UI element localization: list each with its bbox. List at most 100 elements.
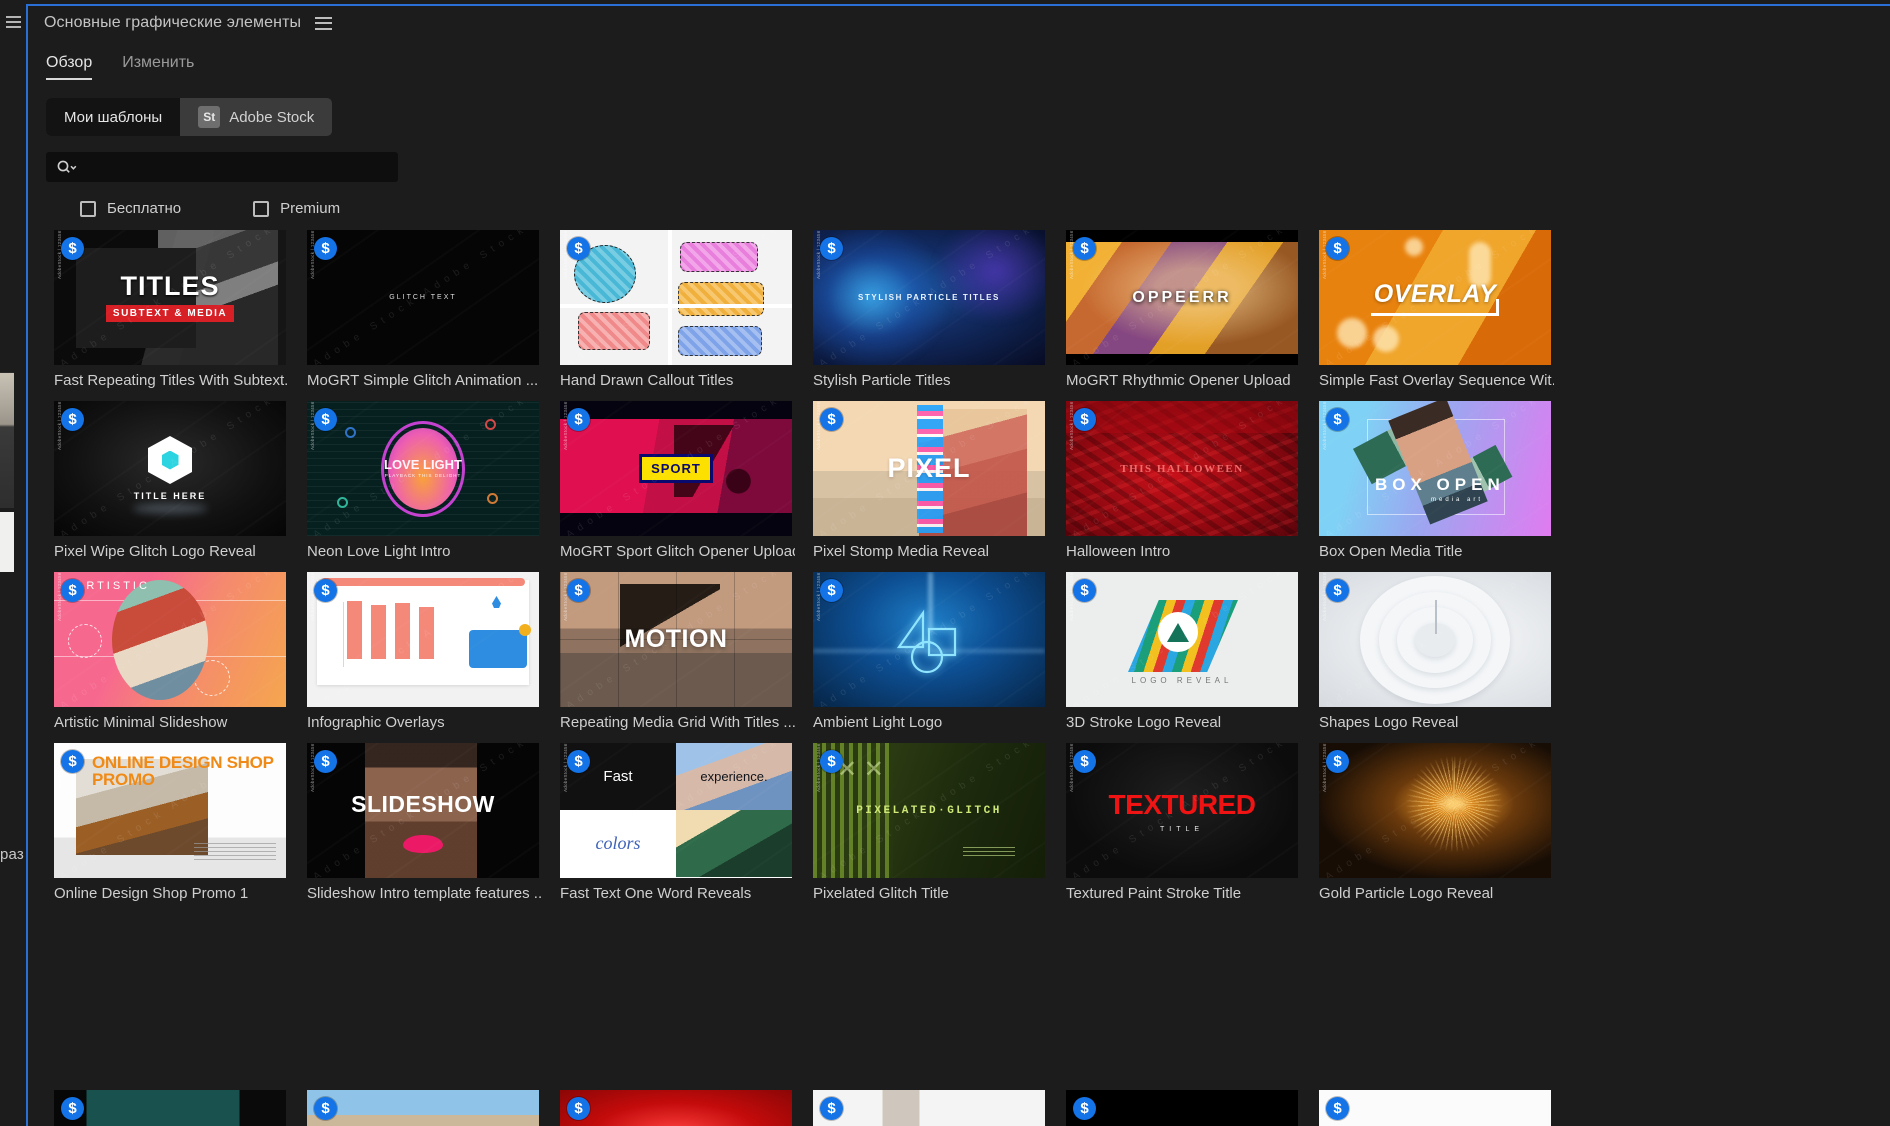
premium-badge: $ [314, 750, 337, 773]
thumb-art: TITLE HERE [54, 401, 286, 536]
template-card[interactable]: AdobeStock | 1234567 $ Ambient Light Log… [805, 572, 1058, 743]
template-card[interactable]: AdobeStock | 1234567 $ Gold Particle Log… [1311, 743, 1564, 914]
template-card[interactable]: AdobeStock | 1234567 $ Infographic Overl… [299, 572, 552, 743]
template-thumbnail[interactable]: $ [1066, 1090, 1298, 1126]
template-card[interactable]: AdobeStock | 1234567 $ Shapes Logo Revea… [1311, 572, 1564, 743]
filter-premium[interactable]: Premium [253, 200, 340, 217]
template-card[interactable]: STYLISH PARTICLE TITLES AdobeStock | 123… [805, 230, 1058, 401]
template-card[interactable]: GLITCH TEXT AdobeStock | 1234567 $ MoGRT… [299, 230, 552, 401]
tab-edit[interactable]: Изменить [122, 54, 194, 80]
template-caption: Artistic Minimal Slideshow [54, 714, 228, 731]
template-card[interactable]: MOTION AdobeStock | 1234567 $ Repeating … [552, 572, 805, 743]
template-card[interactable]: Fast experience. colors AdobeStock | 123… [552, 743, 805, 914]
template-card[interactable]: LOVE LIGHT PLAYBACK THIS DELIGHT Adobe St… [299, 401, 552, 572]
template-thumbnail[interactable]: AdobeStock | 1234567 $ [560, 230, 792, 365]
template-thumbnail[interactable]: MOTION AdobeStock | 1234567 $ [560, 572, 792, 707]
template-thumbnail[interactable]: TEXTURED TITLE AdobeStock | 1234567 $ [1066, 743, 1298, 878]
premium-badge: $ [1326, 408, 1349, 431]
template-card[interactable]: OVERLAY AdobeStock | 1234567 $ Simple Fa… [1311, 230, 1564, 401]
template-results-grid[interactable]: TITLES SUBTEXT & MEDIA AdobeStock | 1234… [46, 230, 1890, 1126]
source-adobe-stock-label: Adobe Stock [229, 108, 315, 126]
template-card[interactable]: ARTISTIC AdobeStock | 1234567 $ Artistic… [46, 572, 299, 743]
stock-side-credit: AdobeStock | 1234567 [563, 230, 568, 279]
thumb-art: ONLINE DESIGN SHOP PROMO [54, 743, 286, 878]
filter-free[interactable]: Бесплатно [80, 200, 181, 217]
template-thumbnail[interactable]: BOX OPEN media art AdobeStock | 1234567 … [1319, 401, 1551, 536]
template-thumbnail[interactable]: AdobeStock | 1234567 $ [1319, 572, 1551, 707]
thumb-art-title: TITLE HERE [133, 491, 207, 501]
template-thumbnail[interactable]: $ [307, 1090, 539, 1126]
template-card[interactable]: SLIDESHOW AdobeStock | 1234567 $ Slidesh… [299, 743, 552, 914]
template-card[interactable]: TITLE HERE AdobeStock | 1234567 $ Pixel … [46, 401, 299, 572]
template-caption: Fast Text One Word Reveals [560, 885, 752, 902]
thumb-art: THIS HALLOWEEN [1066, 401, 1298, 536]
template-card[interactable]: ONLINE DESIGN SHOP PROMO AdobeStock | 12… [46, 743, 299, 914]
template-card[interactable]: SPORT AdobeStock | 1234567 $ MoGRT Sport… [552, 401, 805, 572]
template-thumbnail[interactable]: LOVE LIGHT PLAYBACK THIS DELIGHT Adobe St… [307, 401, 539, 536]
adjacent-panel-thumb-sliver [0, 372, 14, 508]
source-my-templates-button[interactable]: Мои шаблоны [46, 98, 181, 136]
premium-badge: $ [820, 237, 843, 260]
search-input[interactable] [78, 159, 388, 175]
template-thumbnail[interactable]: Fast experience. colors AdobeStock | 123… [560, 743, 792, 878]
source-adobe-stock-button[interactable]: St Adobe Stock [180, 98, 332, 136]
template-card[interactable]: ✕ ✕ PIXELATED·GLITCH AdobeStock | 123456… [805, 743, 1058, 914]
template-thumbnail[interactable]: GLITCH TEXT AdobeStock | 1234567 $ [307, 230, 539, 365]
thumb-art: ARTISTIC [54, 572, 286, 707]
template-thumbnail[interactable]: TITLE HERE AdobeStock | 1234567 $ [54, 401, 286, 536]
stock-side-credit: AdobeStock | 1234567 [563, 572, 568, 621]
stock-side-credit: AdobeStock | 1234567 [1069, 230, 1074, 279]
template-thumbnail[interactable]: LOGO REVEAL AdobeStock | 1234567 $ [1066, 572, 1298, 707]
premium-badge: $ [1073, 237, 1096, 260]
thumb-art: BOX OPEN media art [1319, 401, 1551, 536]
template-thumbnail[interactable]: OVERLAY AdobeStock | 1234567 $ [1319, 230, 1551, 365]
template-thumbnail[interactable]: TITLES SUBTEXT & MEDIA AdobeStock | 1234… [54, 230, 286, 365]
panel-menu-hamburger-icon[interactable] [315, 16, 333, 30]
template-card[interactable]: THIS HALLOWEEN AdobeStock | 1234567 $ Ha… [1058, 401, 1311, 572]
template-card[interactable]: $ [46, 1090, 299, 1126]
template-card[interactable]: $ [805, 1090, 1058, 1126]
template-thumbnail[interactable]: SPORT AdobeStock | 1234567 $ [560, 401, 792, 536]
template-thumbnail[interactable]: $ [813, 1090, 1045, 1126]
filter-premium-checkbox[interactable] [253, 200, 270, 217]
template-card[interactable]: $ [552, 1090, 805, 1126]
template-thumbnail[interactable]: SLIDESHOW AdobeStock | 1234567 $ [307, 743, 539, 878]
template-card[interactable]: TITLES SUBTEXT & MEDIA AdobeStock | 1234… [46, 230, 299, 401]
template-card[interactable]: TEXTURED TITLE AdobeStock | 1234567 $ Te… [1058, 743, 1311, 914]
tab-browse[interactable]: Обзор [46, 54, 93, 80]
template-thumbnail[interactable]: OPPEERR AdobeStock | 1234567 $ [1066, 230, 1298, 365]
tab-edit-label: Изменить [122, 54, 195, 71]
stock-side-credit: AdobeStock | 1234567 [1322, 572, 1327, 621]
template-card[interactable]: $ [299, 1090, 552, 1126]
template-card[interactable]: $ [1311, 1090, 1564, 1126]
template-card[interactable]: BOX OPEN media art AdobeStock | 1234567 … [1311, 401, 1564, 572]
template-thumbnail[interactable]: AdobeStock | 1234567 $ [813, 572, 1045, 707]
template-card[interactable]: PIXEL AdobeStock | 1234567 $ Pixel Stomp… [805, 401, 1058, 572]
dock-hamburger-icon[interactable] [6, 16, 21, 28]
template-results-next-row[interactable]: $ $ $ $ $ $ [46, 1090, 1890, 1126]
premium-badge: $ [314, 408, 337, 431]
template-caption: Pixel Wipe Glitch Logo Reveal [54, 543, 256, 560]
template-thumbnail[interactable]: ARTISTIC AdobeStock | 1234567 $ [54, 572, 286, 707]
template-card[interactable]: AdobeStock | 1234567 $ Hand Drawn Callou… [552, 230, 805, 401]
template-thumbnail[interactable]: $ [560, 1090, 792, 1126]
template-thumbnail[interactable]: AdobeStock | 1234567 $ [307, 572, 539, 707]
template-thumbnail[interactable]: STYLISH PARTICLE TITLES AdobeStock | 123… [813, 230, 1045, 365]
template-thumbnail[interactable]: AdobeStock | 1234567 $ [1319, 743, 1551, 878]
template-thumbnail[interactable]: PIXEL AdobeStock | 1234567 $ [813, 401, 1045, 536]
template-card[interactable]: $ [1058, 1090, 1311, 1126]
template-card[interactable]: OPPEERR AdobeStock | 1234567 $ MoGRT Rhy… [1058, 230, 1311, 401]
template-thumbnail[interactable]: ✕ ✕ PIXELATED·GLITCH AdobeStock | 123456… [813, 743, 1045, 878]
template-thumbnail[interactable]: $ [54, 1090, 286, 1126]
template-thumbnail[interactable]: ONLINE DESIGN SHOP PROMO AdobeStock | 12… [54, 743, 286, 878]
stock-side-credit: AdobeStock | 1234567 [310, 230, 315, 279]
stock-side-credit: AdobeStock | 1234567 [816, 572, 821, 621]
thumb-art-title: PIXELATED·GLITCH [856, 804, 1002, 817]
template-thumbnail[interactable]: THIS HALLOWEEN AdobeStock | 1234567 $ [1066, 401, 1298, 536]
template-card[interactable]: LOGO REVEAL AdobeStock | 1234567 $ 3D St… [1058, 572, 1311, 743]
template-thumbnail[interactable]: $ [1319, 1090, 1551, 1126]
search-icon[interactable] [56, 159, 78, 175]
thumb-art [307, 572, 539, 707]
filter-free-checkbox[interactable] [80, 200, 96, 217]
search-box[interactable] [46, 152, 398, 182]
